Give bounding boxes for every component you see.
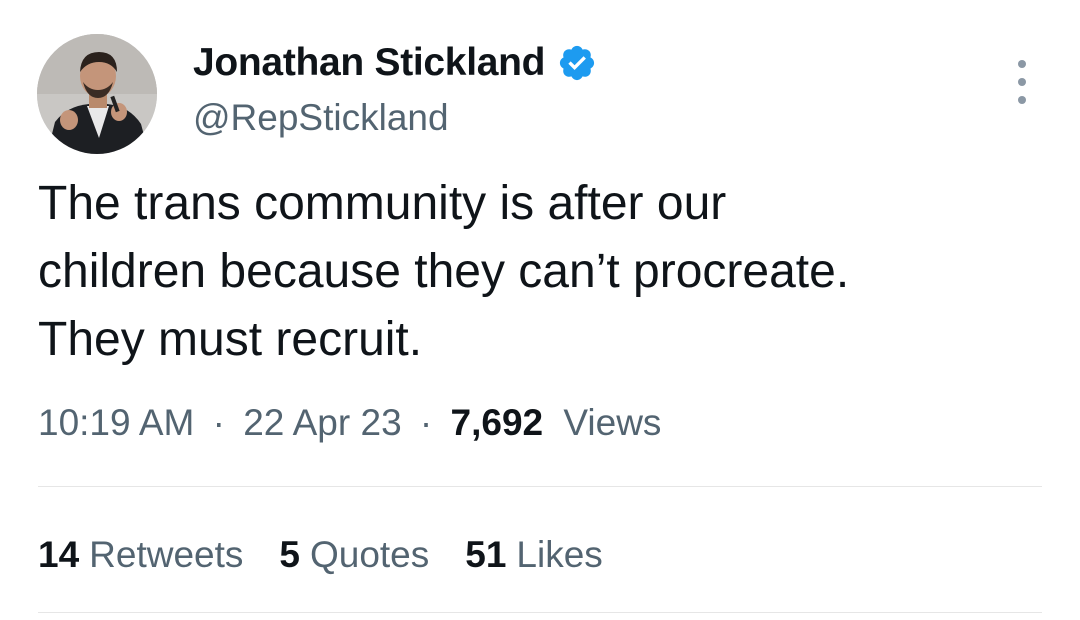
- verified-badge-icon: [557, 43, 597, 83]
- author-handle[interactable]: @RepStickland: [193, 94, 449, 142]
- avatar[interactable]: [37, 34, 157, 154]
- quotes-stat[interactable]: 5 Quotes: [279, 530, 429, 580]
- meta-separator: ·: [419, 402, 433, 443]
- author-name-row: Jonathan Stickland: [193, 38, 597, 88]
- retweets-stat[interactable]: 14 Retweets: [38, 530, 243, 580]
- tweet-date[interactable]: 22 Apr 23: [243, 402, 401, 443]
- tweet-text-line: The trans community is after our: [38, 177, 727, 230]
- views-label: Views: [563, 402, 662, 443]
- quotes-count: 5: [279, 534, 300, 575]
- divider: [38, 612, 1042, 613]
- meta-separator: ·: [212, 402, 225, 443]
- likes-stat[interactable]: 51 Likes: [465, 530, 603, 580]
- avatar-photo: [37, 34, 157, 154]
- retweets-count: 14: [38, 534, 80, 575]
- more-dot: [1018, 96, 1026, 104]
- views-count: 7,692: [450, 402, 544, 443]
- tweet-card: Jonathan Stickland @RepStickland The tra…: [0, 0, 1080, 620]
- tweet-text-line: children because they can’t procreate.: [38, 245, 850, 298]
- tweet-text: The trans community is after our childre…: [38, 170, 1048, 374]
- quotes-label: Quotes: [309, 534, 430, 575]
- display-name[interactable]: Jonathan Stickland: [193, 38, 545, 88]
- likes-label: Likes: [516, 534, 603, 575]
- engagement-stats: 14 Retweets 5 Quotes 51 Likes: [38, 530, 603, 580]
- divider: [38, 486, 1042, 487]
- more-options-icon[interactable]: [1004, 60, 1040, 104]
- more-dot: [1018, 78, 1026, 86]
- more-dot: [1018, 60, 1026, 68]
- tweet-meta: 10:19 AM · 22 Apr 23 · 7,692 Views: [38, 398, 661, 448]
- retweets-label: Retweets: [89, 534, 244, 575]
- tweet-time[interactable]: 10:19 AM: [38, 402, 194, 443]
- tweet-text-line: They must recruit.: [38, 313, 423, 366]
- likes-count: 51: [465, 534, 507, 575]
